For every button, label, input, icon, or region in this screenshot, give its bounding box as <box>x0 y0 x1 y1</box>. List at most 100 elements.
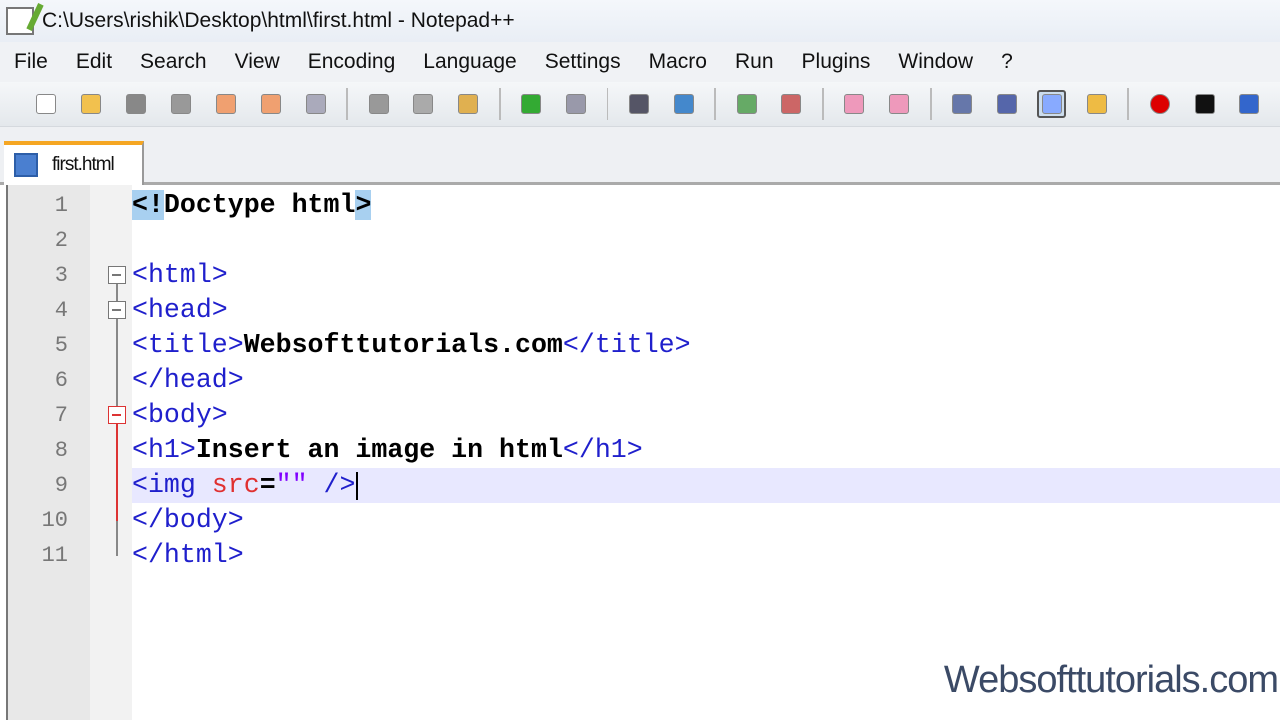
menu-bar: File Edit Search View Encoding Language Settin… <box>0 42 1280 82</box>
tab-label: first.html <box>52 154 115 175</box>
tab-first-html[interactable]: first.html <box>4 141 144 185</box>
line-number: 5 <box>54 333 68 358</box>
line-number: 10 <box>41 508 68 533</box>
menu-language[interactable]: Language <box>423 50 516 74</box>
toolbar-separator <box>821 88 824 120</box>
show-all-chars-icon[interactable] <box>992 90 1021 118</box>
new-file-icon[interactable] <box>32 90 61 118</box>
code-editor[interactable]: 1 <!Doctype html> 2 3 <html> 4 <head> 5 <title>W… <box>6 185 1280 720</box>
token-tag: <h1> <box>132 435 196 465</box>
token-text: Insert an image in html <box>195 435 563 465</box>
toolbar-separator <box>498 88 501 120</box>
token-tag: </body> <box>132 505 244 535</box>
window-title: C:\Users\rishik\Desktop\html\first.html … <box>42 9 515 32</box>
code-line[interactable]: 4 <head> <box>8 293 1280 328</box>
code-line[interactable]: 5 <title>Websofttutorials.com</title> <box>8 328 1280 363</box>
line-number: 8 <box>54 438 68 463</box>
menu-encoding[interactable]: Encoding <box>308 50 396 74</box>
toolbar-separator <box>606 88 609 120</box>
stop-record-icon[interactable] <box>1190 90 1219 118</box>
cut-icon[interactable] <box>364 90 393 118</box>
token-tag: </title> <box>562 330 691 360</box>
token-doc: <! <box>132 190 164 220</box>
token-tag: <head> <box>132 295 228 325</box>
code-line[interactable]: 8 <h1>Insert an image in html</h1> <box>8 433 1280 468</box>
token-text: Websofttutorials.com <box>243 330 563 360</box>
toolbar <box>0 82 1280 127</box>
code-line[interactable]: 7 <body> <box>8 398 1280 433</box>
fold-toggle-icon[interactable] <box>108 406 126 424</box>
print-icon[interactable] <box>301 90 330 118</box>
undo-icon[interactable] <box>517 90 546 118</box>
save-icon[interactable] <box>122 90 151 118</box>
token-doc: > <box>355 190 372 220</box>
notepad-plus-plus-icon <box>6 7 34 35</box>
code-line[interactable]: 3 <html> <box>8 258 1280 293</box>
menu-macro[interactable]: Macro <box>649 50 707 74</box>
indent-guide-icon[interactable] <box>1037 90 1067 118</box>
zoom-in-icon[interactable] <box>732 90 761 118</box>
play-macro-icon[interactable] <box>1235 90 1264 118</box>
close-all-icon[interactable] <box>256 90 285 118</box>
find-icon[interactable] <box>624 90 653 118</box>
title-bar: C:\Users\rishik\Desktop\html\first.html … <box>0 0 1280 42</box>
code-text: <head> <box>132 293 228 328</box>
record-macro-icon[interactable] <box>1145 90 1174 118</box>
line-number: 9 <box>54 473 68 498</box>
zoom-out-icon[interactable] <box>777 90 806 118</box>
token-tag: <img <box>132 470 212 500</box>
code-line[interactable]: 10 </body> <box>8 503 1280 538</box>
fold-line <box>116 424 118 521</box>
fold-toggle-icon[interactable] <box>108 301 126 319</box>
sync-horizontal-icon[interactable] <box>885 90 914 118</box>
word-wrap-icon[interactable] <box>948 90 977 118</box>
code-text: <html> <box>132 258 228 293</box>
token-doc: Doctype html <box>163 190 356 220</box>
menu-edit[interactable]: Edit <box>76 50 112 74</box>
code-text: </html> <box>132 538 244 573</box>
menu-help[interactable]: ? <box>1001 50 1013 74</box>
token-attr: src <box>211 470 260 500</box>
code-text: <!Doctype html> <box>132 188 372 223</box>
token-tag: /> <box>307 470 356 500</box>
paste-icon[interactable] <box>454 90 483 118</box>
toolbar-separator <box>929 88 932 120</box>
sync-vertical-icon[interactable] <box>840 90 869 118</box>
open-file-icon[interactable] <box>77 90 106 118</box>
user-lang-icon[interactable] <box>1082 90 1111 118</box>
watermark: Websofttutorials.com <box>943 659 1279 701</box>
code-line[interactable]: 6 </head> <box>8 363 1280 398</box>
replace-icon[interactable] <box>669 90 698 118</box>
code-text: <img src="" /> <box>132 468 1280 503</box>
menu-window[interactable]: Window <box>898 50 973 74</box>
token-val: "" <box>275 470 308 500</box>
close-icon[interactable] <box>212 90 241 118</box>
line-number: 4 <box>54 298 68 323</box>
menu-file[interactable]: File <box>14 50 48 74</box>
menu-search[interactable]: Search <box>140 50 207 74</box>
code-line[interactable]: 1 <!Doctype html> <box>8 188 1280 223</box>
saved-file-icon <box>14 153 38 177</box>
code-text: </body> <box>132 503 244 538</box>
token-tag: <title> <box>132 330 244 360</box>
line-number: 7 <box>54 403 68 428</box>
code-line[interactable]: 11 </html> <box>8 538 1280 573</box>
menu-run[interactable]: Run <box>735 50 774 74</box>
fold-toggle-icon[interactable] <box>108 266 126 284</box>
toolbar-separator <box>346 88 349 120</box>
copy-icon[interactable] <box>409 90 438 118</box>
code-text: <title>Websofttutorials.com</title> <box>132 328 691 363</box>
menu-settings[interactable]: Settings <box>545 50 621 74</box>
menu-view[interactable]: View <box>235 50 280 74</box>
menu-plugins[interactable]: Plugins <box>802 50 871 74</box>
text-caret <box>356 472 358 500</box>
toolbar-separator <box>714 88 717 120</box>
code-line[interactable]: 2 <box>8 223 1280 258</box>
redo-icon[interactable] <box>562 90 591 118</box>
tab-bar: first.html <box>0 127 1280 185</box>
line-number: 2 <box>54 228 68 253</box>
code-line[interactable]: 9 <img src="" /> <box>8 468 1280 503</box>
line-number: 3 <box>54 263 68 288</box>
save-all-icon[interactable] <box>167 90 196 118</box>
line-number: 1 <box>54 193 68 218</box>
